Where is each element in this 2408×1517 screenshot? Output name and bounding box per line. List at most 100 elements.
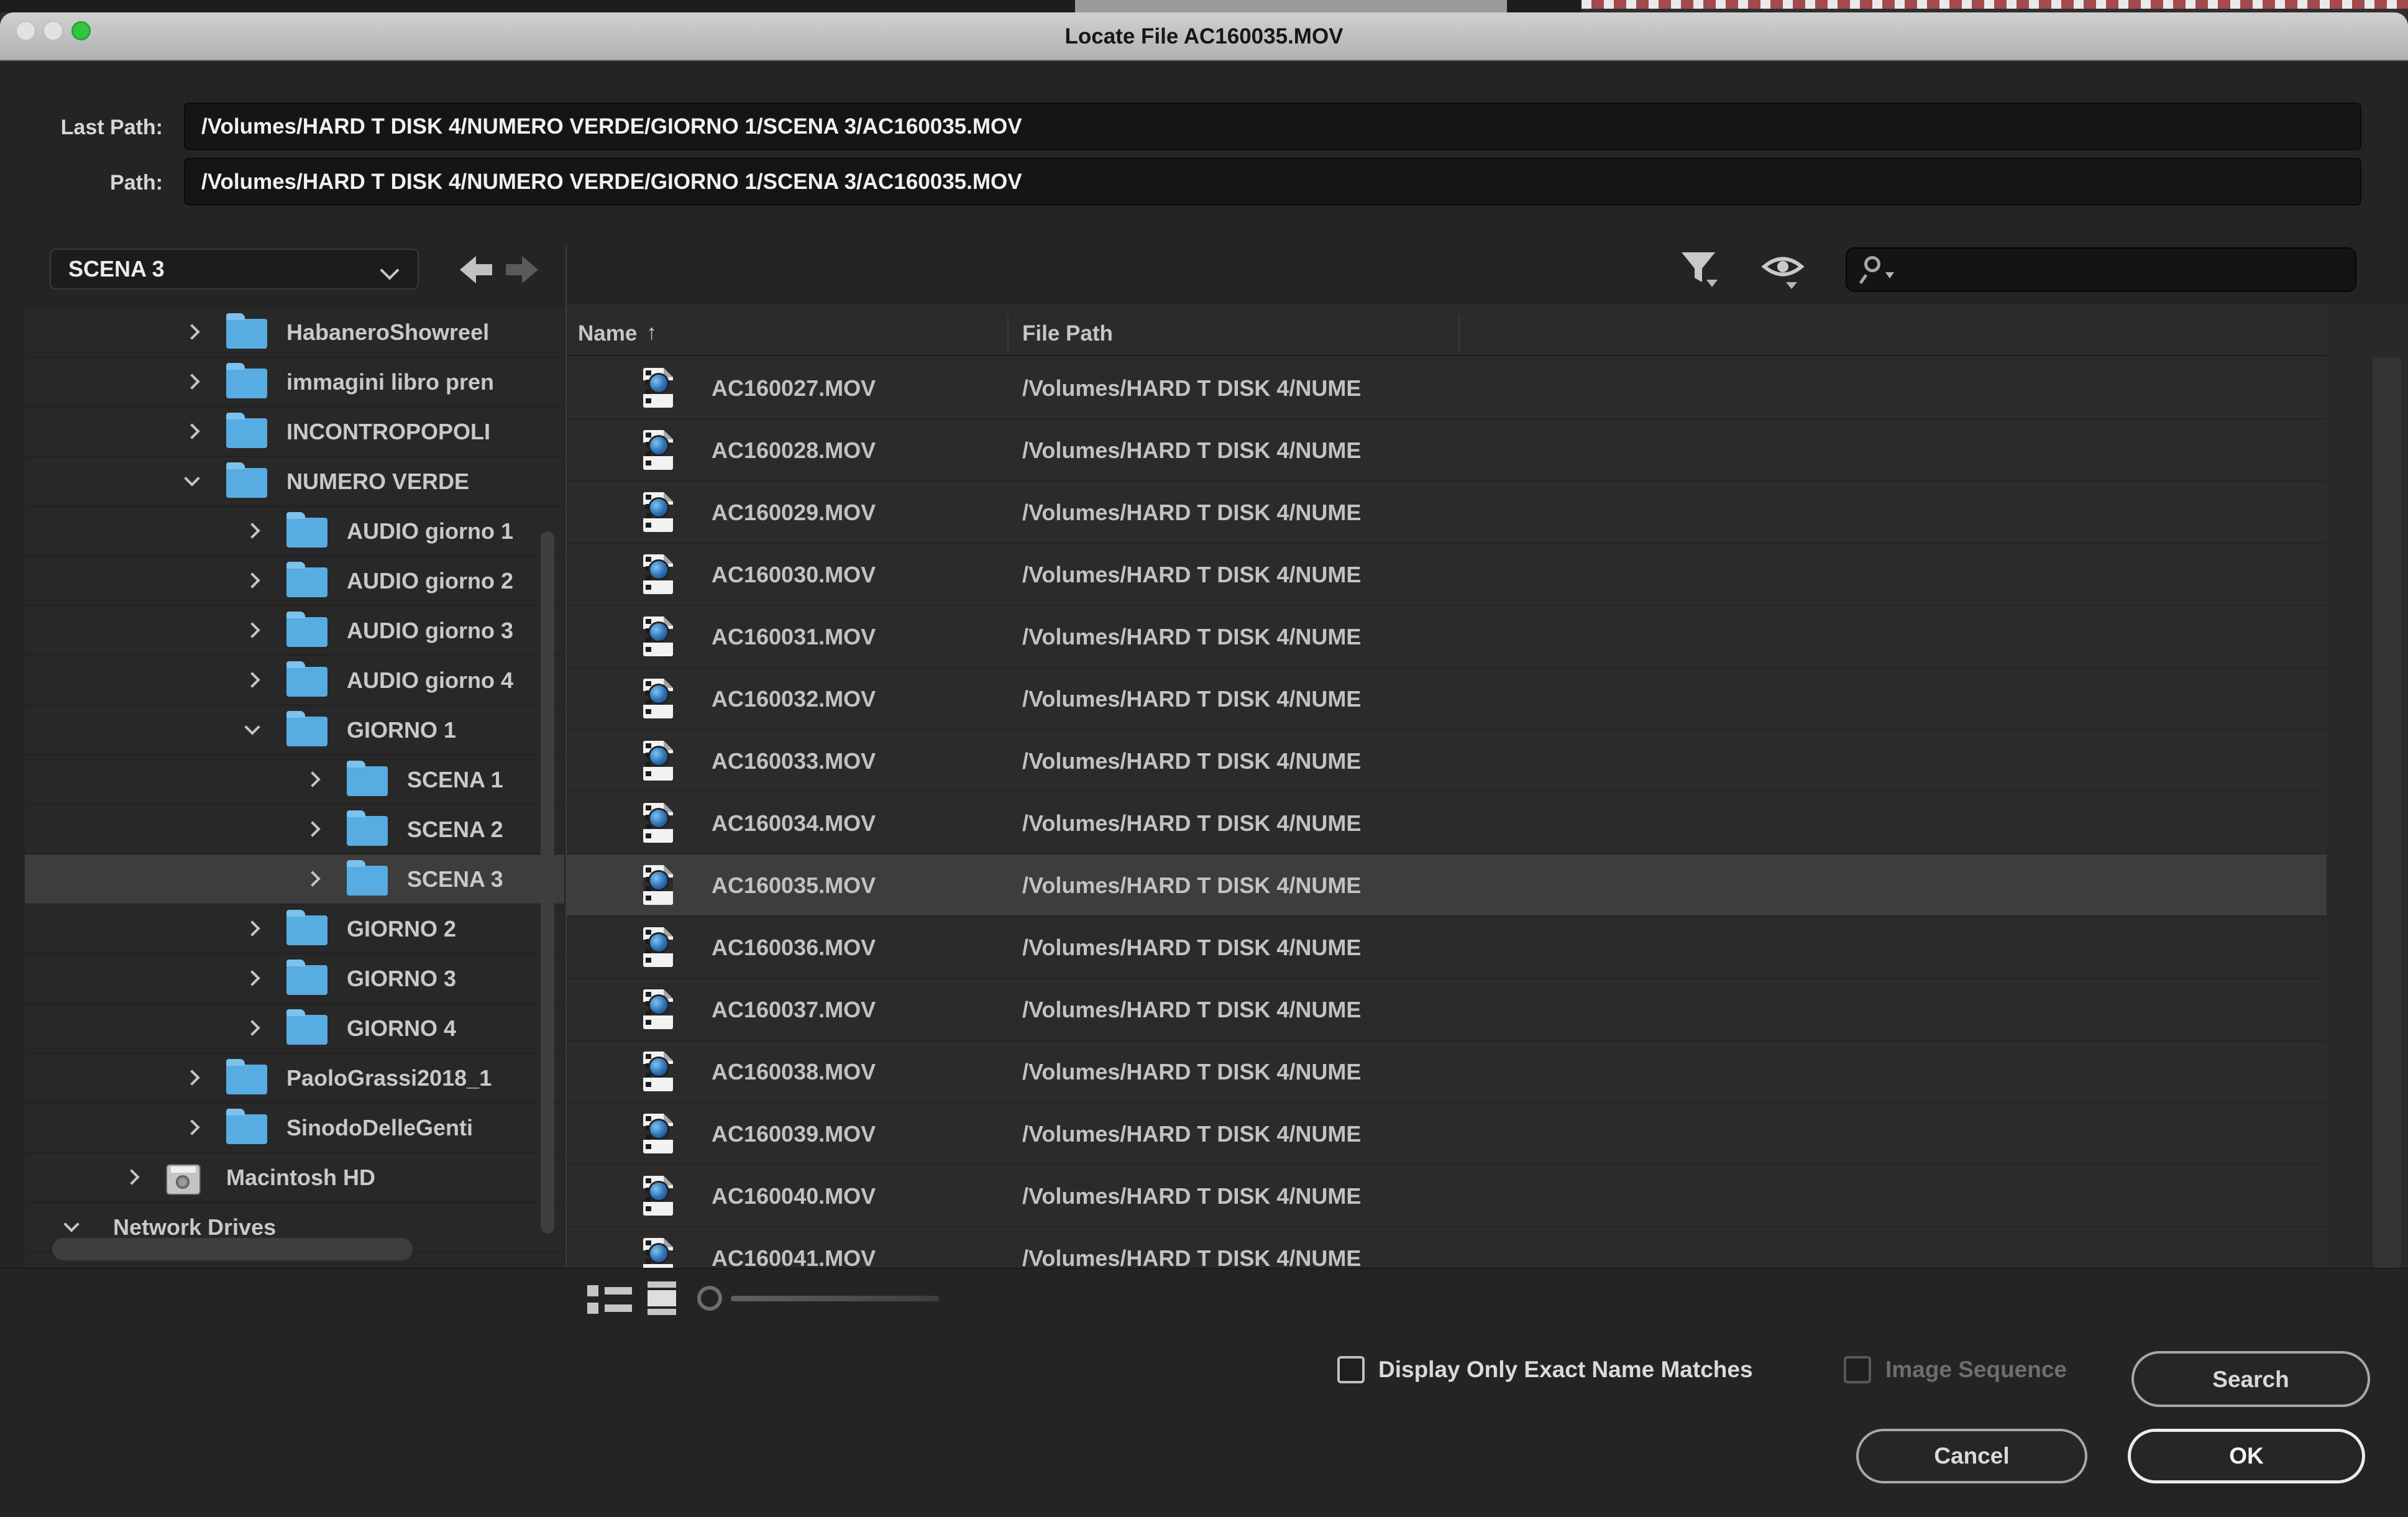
video-file-icon (643, 492, 673, 532)
filter-button[interactable] (1679, 251, 1720, 291)
tree-item-numero-verde[interactable]: NUMERO VERDE (25, 457, 564, 506)
chevron-right-icon[interactable] (244, 572, 260, 588)
file-name: AC160041.MOV (712, 1227, 876, 1268)
tree-item-giorno-4[interactable]: GIORNO 4 (25, 1004, 564, 1053)
chevron-right-icon[interactable] (244, 1020, 260, 1035)
file-row-ac160029-mov[interactable]: AC160029.MOV/Volumes/HARD T DISK 4/NUME (567, 482, 2327, 544)
video-file-icon (643, 1114, 673, 1153)
panels-bottom-divider (0, 1268, 2408, 1269)
chevron-right-icon[interactable] (184, 1070, 199, 1085)
tree-item-immagini-libro-pren[interactable]: immagini libro pren (25, 357, 564, 407)
file-row-ac160033-mov[interactable]: AC160033.MOV/Volumes/HARD T DISK 4/NUME (567, 730, 2327, 792)
tree-item-incontropopoli[interactable]: INCONTROPOPOLI (25, 407, 564, 457)
ok-button[interactable]: OK (2128, 1429, 2365, 1483)
tree-item-macintosh-hd[interactable]: Macintosh HD (25, 1153, 564, 1203)
file-row-ac160027-mov[interactable]: AC160027.MOV/Volumes/HARD T DISK 4/NUME (567, 357, 2327, 419)
image-sequence-checkbox[interactable] (1844, 1356, 1871, 1383)
search-input[interactable] (1846, 247, 2356, 292)
file-path: /Volumes/HARD T DISK 4/NUME (1022, 1227, 1361, 1268)
forward-button[interactable] (506, 256, 538, 283)
file-path: /Volumes/HARD T DISK 4/NUME (1022, 419, 1361, 482)
column-header-name[interactable]: Name (578, 311, 637, 356)
location-dropdown[interactable]: SCENA 3 (50, 249, 419, 290)
tree-item-label: SCENA 2 (407, 805, 503, 855)
tree-item-audio-giorno-4[interactable]: AUDIO giorno 4 (25, 656, 564, 705)
chevron-right-icon[interactable] (124, 1169, 139, 1185)
tree-item-audio-giorno-1[interactable]: AUDIO giorno 1 (25, 506, 564, 556)
column-header-file-path[interactable]: File Path (1022, 311, 1113, 356)
search-button[interactable]: Search (2131, 1351, 2370, 1407)
folder-icon (226, 1065, 267, 1094)
tree-item-giorno-1[interactable]: GIORNO 1 (25, 705, 564, 755)
path-field[interactable]: /Volumes/HARD T DISK 4/NUMERO VERDE/GIOR… (184, 158, 2361, 206)
sort-ascending-icon[interactable]: ↑ (646, 311, 657, 354)
thumbnail-view-button[interactable] (648, 1281, 676, 1316)
file-name: AC160040.MOV (712, 1165, 876, 1227)
tree-item-label: GIORNO 3 (347, 954, 456, 1004)
tree-item-scena-2[interactable]: SCENA 2 (25, 805, 564, 855)
tree-item-label: AUDIO giorno 4 (347, 656, 513, 705)
chevron-right-icon[interactable] (184, 324, 199, 339)
file-row-ac160036-mov[interactable]: AC160036.MOV/Volumes/HARD T DISK 4/NUME (567, 917, 2327, 979)
file-row-ac160039-mov[interactable]: AC160039.MOV/Volumes/HARD T DISK 4/NUME (567, 1103, 2327, 1165)
chevron-right-icon[interactable] (184, 374, 199, 389)
visibility-button[interactable] (1761, 251, 1806, 293)
eye-icon (1761, 251, 1806, 290)
chevron-right-icon[interactable] (244, 970, 260, 986)
tree-item-sinododellegenti[interactable]: SinodoDelleGenti (25, 1103, 564, 1153)
file-list-panel: Name ↑ File Path AC160027.MOV/Volumes/HA… (567, 303, 2408, 1268)
chevron-right-icon[interactable] (244, 672, 260, 687)
chevron-down-icon[interactable] (63, 1216, 79, 1232)
tree-item-giorno-2[interactable]: GIORNO 2 (25, 904, 564, 954)
file-name: AC160034.MOV (712, 792, 876, 855)
tree-item-giorno-3[interactable]: GIORNO 3 (25, 954, 564, 1004)
chevron-down-icon[interactable] (184, 470, 199, 486)
tree-item-paolograssi2018-1[interactable]: PaoloGrassi2018_1 (25, 1053, 564, 1103)
file-row-ac160030-mov[interactable]: AC160030.MOV/Volumes/HARD T DISK 4/NUME (567, 544, 2327, 606)
display-exact-matches-checkbox[interactable] (1337, 1356, 1365, 1383)
chevron-right-icon[interactable] (244, 523, 260, 538)
tree-vertical-scrollbar[interactable] (541, 531, 554, 1234)
file-row-ac160041-mov[interactable]: AC160041.MOV/Volumes/HARD T DISK 4/NUME (567, 1227, 2327, 1268)
column-divider[interactable] (1007, 316, 1009, 352)
cancel-button[interactable]: Cancel (1856, 1429, 2087, 1483)
back-arrow-icon (460, 256, 476, 283)
file-row-ac160032-mov[interactable]: AC160032.MOV/Volumes/HARD T DISK 4/NUME (567, 668, 2327, 730)
chevron-right-icon[interactable] (244, 920, 260, 936)
video-file-icon (643, 430, 673, 470)
file-row-ac160034-mov[interactable]: AC160034.MOV/Volumes/HARD T DISK 4/NUME (567, 792, 2327, 855)
file-row-ac160031-mov[interactable]: AC160031.MOV/Volumes/HARD T DISK 4/NUME (567, 606, 2327, 668)
chevron-right-icon[interactable] (304, 871, 320, 886)
column-divider-2[interactable] (1458, 316, 1460, 352)
list-vertical-scrollbar[interactable] (2373, 357, 2401, 1268)
tree-item-audio-giorno-3[interactable]: AUDIO giorno 3 (25, 606, 564, 656)
file-row-ac160035-mov[interactable]: AC160035.MOV/Volumes/HARD T DISK 4/NUME (567, 855, 2327, 917)
file-path: /Volumes/HARD T DISK 4/NUME (1022, 357, 1361, 419)
chevron-right-icon[interactable] (304, 771, 320, 787)
title-bar: Locate File AC160035.MOV (0, 12, 2408, 61)
chevron-right-icon[interactable] (304, 821, 320, 836)
file-row-ac160037-mov[interactable]: AC160037.MOV/Volumes/HARD T DISK 4/NUME (567, 979, 2327, 1041)
file-name: AC160029.MOV (712, 482, 876, 544)
thumbnail-size-slider-knob[interactable] (697, 1286, 722, 1311)
file-row-ac160040-mov[interactable]: AC160040.MOV/Volumes/HARD T DISK 4/NUME (567, 1165, 2327, 1227)
tree-item-habaneroshowreel[interactable]: HabaneroShowreel (25, 308, 564, 357)
chevron-right-icon[interactable] (184, 423, 199, 439)
tree-item-audio-giorno-2[interactable]: AUDIO giorno 2 (25, 556, 564, 606)
tree-horizontal-scrollbar[interactable] (52, 1238, 413, 1260)
chevron-right-icon[interactable] (244, 622, 260, 638)
video-file-icon (643, 865, 673, 905)
file-path: /Volumes/HARD T DISK 4/NUME (1022, 917, 1361, 979)
back-button[interactable] (460, 256, 492, 283)
list-view-button[interactable] (587, 1284, 633, 1315)
file-row-ac160028-mov[interactable]: AC160028.MOV/Volumes/HARD T DISK 4/NUME (567, 419, 2327, 482)
chevron-down-icon[interactable] (244, 719, 260, 735)
tree-item-scena-3[interactable]: SCENA 3 (25, 855, 564, 904)
tree-item-scena-1[interactable]: SCENA 1 (25, 755, 564, 805)
forward-arrow-icon (522, 256, 538, 283)
chevron-right-icon[interactable] (184, 1119, 199, 1135)
file-row-ac160038-mov[interactable]: AC160038.MOV/Volumes/HARD T DISK 4/NUME (567, 1041, 2327, 1103)
background-gray-strip (1075, 0, 1507, 12)
thumbnail-size-slider-track[interactable] (731, 1296, 940, 1301)
last-path-field[interactable]: /Volumes/HARD T DISK 4/NUMERO VERDE/GIOR… (184, 103, 2361, 150)
